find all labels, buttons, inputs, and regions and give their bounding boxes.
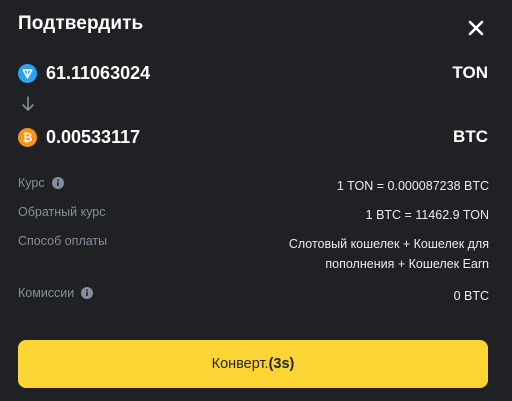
rate-value: 1 TON = 0.000087238 BTC: [336, 179, 489, 193]
payment-method-label: Способ оплаты: [18, 234, 108, 248]
svg-text:₿: ₿: [23, 130, 33, 144]
from-symbol: TON: [452, 63, 488, 82]
rate-row: Курс 1 TON = 0.000087238 BTC: [18, 176, 489, 196]
to-asset-row: ₿ 0.00533117 BTC: [18, 125, 488, 149]
btc-coin-icon: ₿: [18, 127, 37, 147]
ton-coin-icon: [18, 63, 37, 83]
fee-value: 0 BTC: [453, 289, 489, 303]
convert-countdown: (3s): [268, 356, 295, 372]
to-symbol: BTC: [453, 127, 488, 146]
fee-label: Комиссии: [18, 286, 75, 300]
dialog-title: Подтвердить: [18, 13, 144, 34]
confirm-dialog: Подтвердить 61.11063024 TON ₿ 0.00533117…: [0, 0, 512, 401]
fee-row: Комиссии 0 BTC: [18, 286, 489, 306]
rate-label: Курс: [18, 176, 45, 190]
convert-button-label: Конверт.: [211, 356, 269, 372]
from-amount: 61.11063024: [46, 62, 151, 83]
inverse-rate-label: Обратный курс: [18, 205, 106, 219]
info-icon[interactable]: [81, 287, 94, 299]
from-asset-row: 61.11063024 TON: [18, 61, 488, 85]
arrow-down-icon: [21, 95, 35, 113]
payment-method-row: Способ оплаты Слотовый кошелек + Кошелек…: [18, 234, 489, 274]
inverse-rate-value: 1 BTC = 11462.9 TON: [365, 208, 489, 222]
inverse-rate-row: Обратный курс 1 BTC = 11462.9 TON: [18, 205, 489, 225]
to-amount: 0.00533117: [46, 126, 141, 147]
convert-button[interactable]: Конверт. (3s): [18, 340, 488, 388]
close-icon[interactable]: [465, 17, 487, 39]
info-icon[interactable]: [51, 177, 64, 189]
payment-method-value: Слотовый кошелек + Кошелек для пополнени…: [288, 237, 489, 271]
